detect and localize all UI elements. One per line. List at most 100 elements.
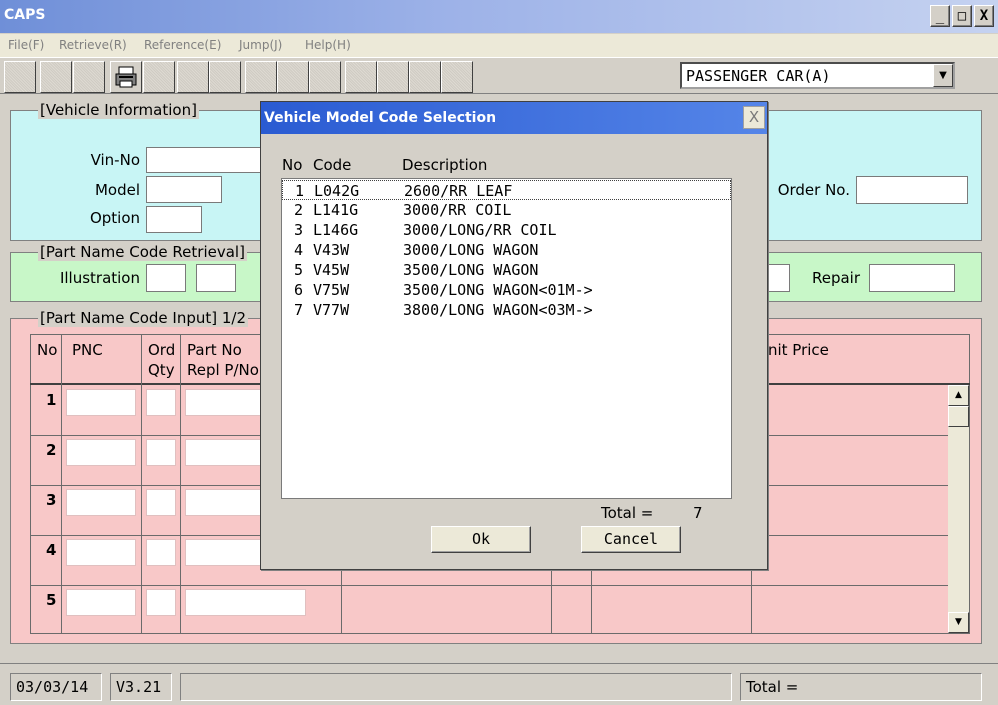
qty-field[interactable] — [146, 589, 176, 616]
toolbar-button-9[interactable] — [277, 61, 309, 93]
chevron-down-icon[interactable]: ▼ — [933, 64, 953, 87]
order-no-field[interactable] — [856, 176, 968, 204]
dialog-title: Vehicle Model Code Selection — [261, 102, 767, 134]
model-label: Model — [94, 181, 140, 199]
menu-file[interactable]: File(F) — [8, 38, 44, 52]
list-item[interactable]: 2 L141G 3000/RR COIL — [282, 200, 731, 220]
item-no: 6 — [294, 281, 304, 299]
item-code: L146G — [313, 221, 359, 239]
col-divider — [180, 334, 181, 634]
minimize-button[interactable]: _ — [930, 5, 950, 27]
pnc-field[interactable] — [66, 539, 136, 566]
menu-help[interactable]: Help(H) — [305, 38, 351, 52]
ok-button[interactable]: Ok — [431, 526, 531, 553]
part-input-legend: [Part Name Code Input] 1/2 — [38, 309, 249, 327]
list-item[interactable]: 4 V43W 3000/LONG WAGON — [282, 240, 731, 260]
illustration-field-2[interactable] — [196, 264, 236, 292]
column-header-no: No — [282, 156, 303, 174]
status-total: Total = — [740, 673, 982, 701]
repair-field[interactable] — [869, 264, 955, 292]
qty-field[interactable] — [146, 539, 176, 566]
col-divider — [61, 334, 62, 634]
column-header-description: Description — [402, 156, 488, 174]
toolbar-button-13[interactable] — [409, 61, 441, 93]
vertical-scrollbar[interactable]: ▲ ▼ — [948, 385, 969, 633]
toolbar-button-11[interactable] — [345, 61, 377, 93]
toolbar-button-14[interactable] — [441, 61, 473, 93]
row-number: 3 — [46, 491, 57, 509]
illustration-field-1[interactable] — [146, 264, 186, 292]
vehicle-type-value: PASSENGER CAR(A) — [686, 67, 831, 85]
header-ord: Ord — [148, 341, 176, 359]
item-no: 7 — [294, 301, 304, 319]
pnc-field[interactable] — [66, 439, 136, 466]
toolbar-button-3[interactable] — [73, 61, 105, 93]
qty-field[interactable] — [146, 489, 176, 516]
status-version: V3.21 — [110, 673, 172, 701]
item-code: L141G — [313, 201, 359, 219]
toolbar-button-2[interactable] — [40, 61, 72, 93]
item-no: 5 — [294, 261, 304, 279]
model-code-list[interactable]: 1 L042G 2600/RR LEAF 2 L141G 3000/RR COI… — [281, 178, 732, 499]
pnc-field[interactable] — [66, 589, 136, 616]
item-no: 2 — [294, 201, 304, 219]
pnc-field[interactable] — [66, 389, 136, 416]
header-repl-pno: Repl P/No — [187, 361, 259, 379]
list-item[interactable]: 1 L042G 2600/RR LEAF — [282, 180, 731, 200]
toolbar-button-10[interactable] — [309, 61, 341, 93]
option-field[interactable] — [146, 206, 202, 233]
toolbar-button-7[interactable] — [209, 61, 241, 93]
item-description: 3000/RR COIL — [403, 201, 512, 219]
qty-field[interactable] — [146, 389, 176, 416]
row-divider — [30, 585, 948, 586]
list-item[interactable]: 7 V77W 3800/LONG WAGON<03M-> — [282, 300, 731, 320]
model-code-dialog: Vehicle Model Code Selection X No Code D… — [260, 101, 768, 570]
scroll-thumb[interactable] — [948, 406, 969, 427]
vin-field[interactable] — [146, 147, 264, 173]
toolbar-button-6[interactable] — [177, 61, 209, 93]
row-number: 1 — [46, 391, 57, 409]
illustration-label: Illustration — [59, 269, 140, 287]
item-description: 2600/RR LEAF — [404, 182, 513, 200]
print-button[interactable] — [110, 61, 142, 93]
toolbar-button-1[interactable] — [4, 61, 36, 93]
close-icon[interactable]: X — [743, 106, 765, 129]
maximize-button[interactable]: □ — [952, 5, 972, 27]
menu-retrieve[interactable]: Retrieve(R) — [59, 38, 127, 52]
printer-icon — [115, 66, 137, 88]
menu-reference[interactable]: Reference(E) — [144, 38, 221, 52]
menu-jump[interactable]: Jump(J) — [239, 38, 282, 52]
dialog-total-label: Total = — [601, 504, 654, 522]
scroll-down-icon[interactable]: ▼ — [948, 612, 969, 633]
list-item[interactable]: 3 L146G 3000/LONG/RR COIL — [282, 220, 731, 240]
toolbar-button-12[interactable] — [377, 61, 409, 93]
dialog-total-value: 7 — [693, 504, 703, 522]
col-divider — [141, 334, 142, 634]
retrieval-legend: [Part Name Code Retrieval] — [38, 243, 247, 261]
header-pnc: PNC — [72, 341, 103, 359]
vehicle-type-select[interactable]: PASSENGER CAR(A) ▼ — [680, 62, 955, 89]
qty-field[interactable] — [146, 439, 176, 466]
close-button[interactable]: X — [974, 5, 994, 27]
pnc-field[interactable] — [66, 489, 136, 516]
header-qty: Qty — [148, 361, 175, 379]
toolbar-button-8[interactable] — [245, 61, 277, 93]
item-code: V75W — [313, 281, 350, 299]
item-code: V77W — [313, 301, 350, 319]
cancel-button[interactable]: Cancel — [581, 526, 681, 553]
order-no-label: Order No. — [777, 181, 850, 199]
row-number: 4 — [46, 541, 57, 559]
window-title: CAPS — [4, 7, 46, 23]
header-no: No — [37, 341, 58, 359]
list-item[interactable]: 6 V75W 3500/LONG WAGON<01M-> — [282, 280, 731, 300]
list-item[interactable]: 5 V45W 3500/LONG WAGON — [282, 260, 731, 280]
part-no-field[interactable] — [185, 589, 306, 616]
status-bar: 03/03/14 V3.21 Total = — [0, 663, 998, 705]
model-field[interactable] — [146, 176, 222, 203]
toolbar-button-5[interactable] — [143, 61, 175, 93]
header-part-no: Part No — [187, 341, 242, 359]
item-no: 4 — [294, 241, 304, 259]
item-no: 1 — [295, 182, 305, 200]
scroll-up-icon[interactable]: ▲ — [948, 385, 969, 406]
item-code: V43W — [313, 241, 350, 259]
